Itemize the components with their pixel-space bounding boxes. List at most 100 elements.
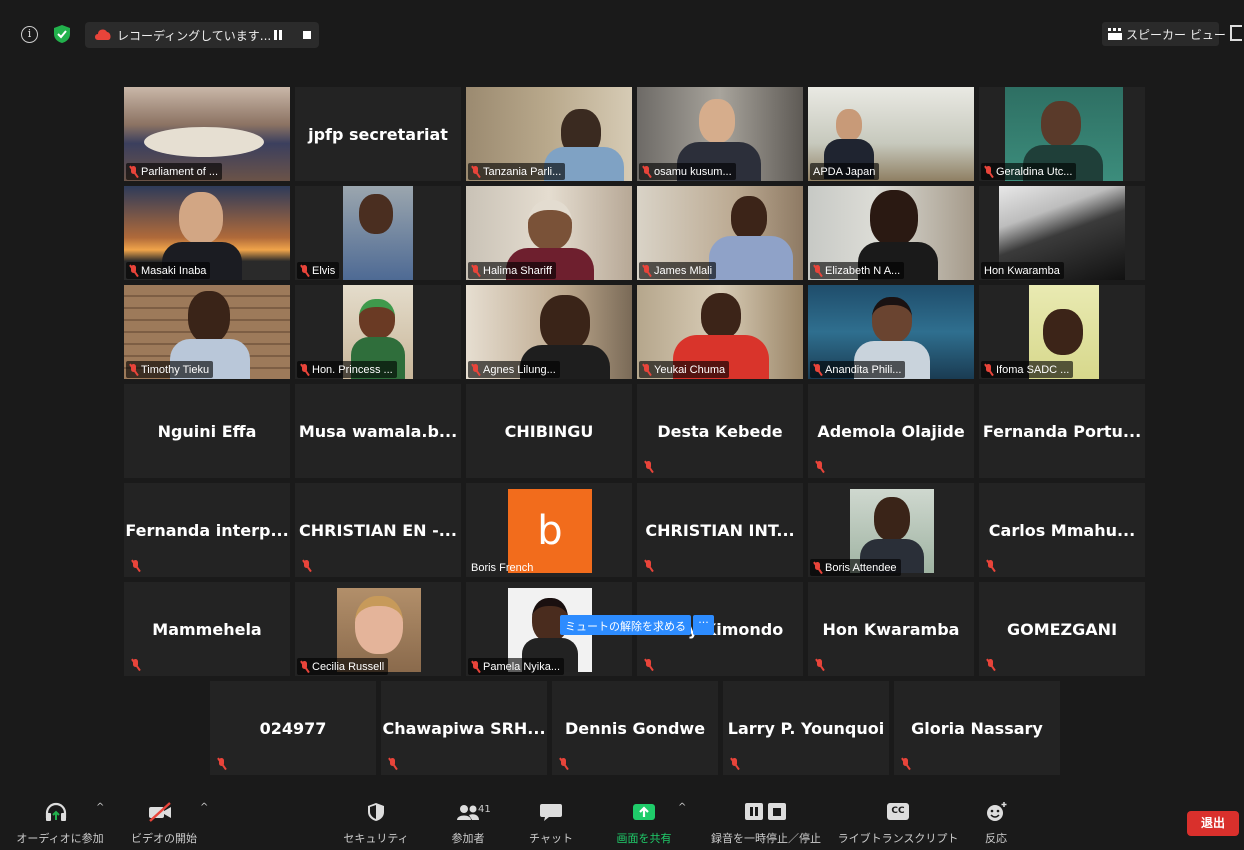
muted-mic-icon	[129, 166, 138, 178]
participant-tile[interactable]: Ademola Olajide	[808, 384, 974, 478]
participant-tile[interactable]: CHRISTIAN EN -...	[295, 483, 461, 577]
participant-tile[interactable]: Hon. Princess ...	[295, 285, 461, 379]
participant-tile[interactable]: 024977	[210, 681, 376, 775]
person-face	[540, 295, 590, 351]
participant-tile[interactable]: Ifoma SADC ...	[979, 285, 1145, 379]
participant-tile[interactable]: Agnes Lilung...	[466, 285, 632, 379]
participant-name: Pamela Nyika...	[483, 661, 561, 673]
participant-name: Parliament of ...	[141, 166, 219, 178]
participant-count-badge: 41	[478, 804, 491, 815]
person-face	[179, 192, 223, 244]
participant-tile[interactable]: b Boris French	[466, 483, 632, 577]
participant-name: Fernanda interp...	[125, 520, 289, 540]
participant-tile[interactable]: Timothy Tieku	[124, 285, 290, 379]
chevron-up-icon[interactable]: ^	[200, 802, 208, 813]
leave-meeting-button[interactable]: 退出	[1187, 811, 1239, 836]
participant-tile[interactable]: Elizabeth N A...	[808, 186, 974, 280]
person-face	[731, 196, 767, 240]
participant-tile[interactable]: Geraldina Utc...	[979, 87, 1145, 181]
participant-tile[interactable]: Musa wamala.b...	[295, 384, 461, 478]
shield-icon	[368, 803, 384, 821]
participant-name: 024977	[259, 718, 327, 738]
more-options-button[interactable]: ···	[693, 615, 714, 635]
security-button[interactable]: セキュリティ	[340, 782, 412, 850]
participant-name: Boris French	[471, 562, 534, 574]
participant-name: Yeukai Chuma	[654, 364, 726, 376]
participant-tile[interactable]: Hon Kwaramba	[808, 582, 974, 676]
speaker-view-button[interactable]: スピーカー ビュー	[1102, 22, 1226, 46]
participant-tile[interactable]: osamu kusum...	[637, 87, 803, 181]
muted-mic-icon	[217, 758, 226, 770]
person-face	[699, 99, 735, 143]
share-screen-button[interactable]: ^ 画面を共有	[606, 782, 687, 850]
person-face	[188, 291, 230, 343]
participant-tile[interactable]: Yeukai Chuma	[637, 285, 803, 379]
chevron-up-icon[interactable]: ^	[96, 802, 104, 813]
ask-to-unmute-button[interactable]: ミュートの解除を求める	[560, 615, 691, 635]
participant-tile[interactable]: Nguini Effa	[124, 384, 290, 478]
participant-tile[interactable]: Desta Kebede	[637, 384, 803, 478]
muted-mic-icon	[302, 560, 311, 572]
participant-tile[interactable]: Parliament of ...	[124, 87, 290, 181]
participant-name: Ademola Olajide	[817, 421, 965, 441]
participants-button[interactable]: 41 参加者	[432, 782, 504, 850]
participant-tile[interactable]: Halima Shariff	[466, 186, 632, 280]
participant-tile[interactable]: Dennis Gondwe	[552, 681, 718, 775]
participant-tile[interactable]: Anandita Phili...	[808, 285, 974, 379]
muted-mic-icon	[986, 659, 995, 671]
participant-tile[interactable]: Fernanda interp...	[124, 483, 290, 577]
participant-tile-active-speaker[interactable]: APDA Japan	[808, 87, 974, 181]
participant-name: Masaki Inaba	[141, 265, 207, 277]
participant-tile[interactable]: James Mlali	[637, 186, 803, 280]
participant-tile[interactable]: Chawapiwa SRH...	[381, 681, 547, 775]
start-video-button[interactable]: ^ ビデオの開始	[122, 782, 218, 850]
participant-name: Chawapiwa SRH...	[382, 718, 546, 738]
participant-tile[interactable]: CHIBINGU	[466, 384, 632, 478]
stop-recording-button[interactable]	[303, 31, 311, 39]
participant-name: GOMEZGANI	[1006, 619, 1118, 639]
fullscreen-icon[interactable]	[1230, 25, 1242, 41]
participant-name: Hon. Princess ...	[312, 364, 393, 376]
speaker-view-icon	[1108, 28, 1122, 40]
chevron-up-icon[interactable]: ^	[678, 802, 686, 813]
participant-tile[interactable]: Larry P. Younquoi	[723, 681, 889, 775]
pause-recording-button[interactable]	[273, 30, 283, 40]
participant-name: Halima Shariff	[483, 265, 552, 277]
headphones-icon	[45, 802, 67, 821]
participant-name: CHRISTIAN INT...	[645, 520, 795, 540]
muted-mic-icon	[815, 659, 824, 671]
participant-tile[interactable]: CHRISTIAN INT...	[637, 483, 803, 577]
participant-tile[interactable]: Mammehela	[124, 582, 290, 676]
participant-name: Desta Kebede	[657, 421, 783, 441]
pause-stop-recording-button[interactable]: 録音を一時停止／停止	[700, 782, 832, 850]
shield-check-icon[interactable]	[54, 25, 70, 43]
participant-tile[interactable]: Hon Kwaramba	[979, 186, 1145, 280]
cloud-record-icon	[95, 29, 111, 40]
chat-icon	[540, 804, 562, 821]
participant-tile[interactable]: Fernanda Portu...	[979, 384, 1145, 478]
participant-tile[interactable]: Gloria Nassary	[894, 681, 1060, 775]
share-screen-icon	[633, 804, 655, 820]
participants-icon	[457, 805, 479, 820]
participant-tile[interactable]: Masaki Inaba	[124, 186, 290, 280]
live-transcript-button[interactable]: CC ライブトランスクリプト	[838, 782, 958, 850]
participant-name: Elizabeth N A...	[825, 265, 901, 277]
person-face	[874, 497, 910, 541]
participant-name: Larry P. Younquoi	[727, 718, 885, 738]
join-audio-button[interactable]: ^ オーディオに参加	[8, 782, 118, 850]
reactions-button[interactable]: 反応	[966, 782, 1026, 850]
participant-tile[interactable]: GOMEZGANI	[979, 582, 1145, 676]
participant-tile[interactable]: Elvis	[295, 186, 461, 280]
chat-button[interactable]: チャット	[515, 782, 587, 850]
pause-stop-icon	[745, 803, 786, 820]
recording-label: レコーディングしています...	[117, 29, 272, 43]
info-icon[interactable]: i	[21, 26, 38, 43]
video-off-icon	[149, 802, 171, 822]
participant-tile[interactable]: Carlos Mmahu...	[979, 483, 1145, 577]
participant-tile[interactable]: jpfp secretariat	[295, 87, 461, 181]
recording-status: レコーディングしています...	[85, 22, 319, 48]
participant-name: Carlos Mmahu...	[988, 520, 1136, 540]
participant-tile[interactable]: Tanzania Parli...	[466, 87, 632, 181]
participant-tile[interactable]: Boris Attendee	[808, 483, 974, 577]
participant-tile[interactable]: Cecilia Russell	[295, 582, 461, 676]
